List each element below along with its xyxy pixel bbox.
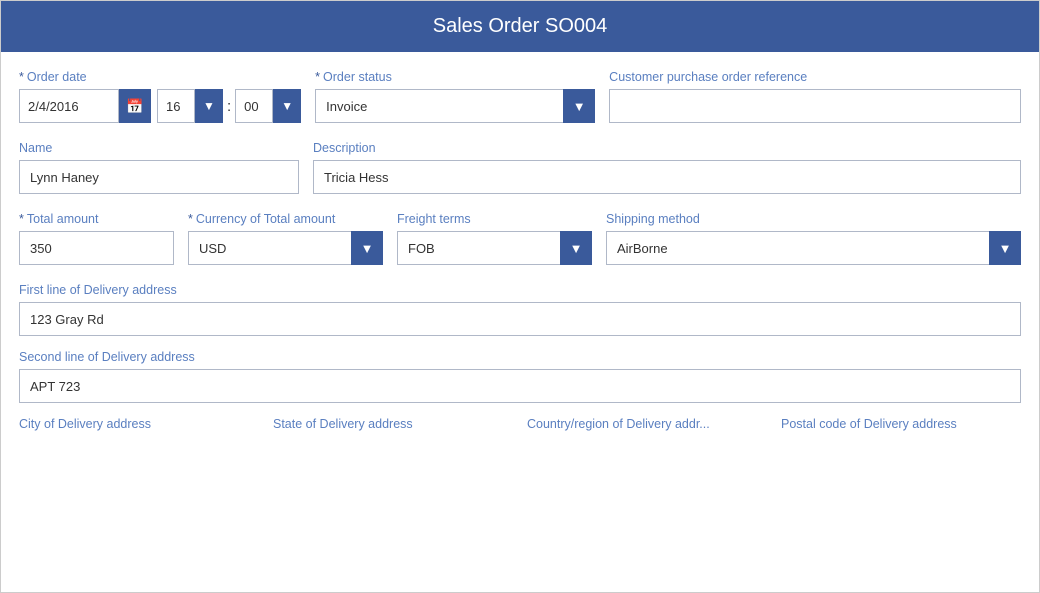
freight-select-wrapper: FOB CIF EXW DDP ▼ [397, 231, 592, 265]
order-status-select-wrapper: Invoice Draft Confirmed Cancelled ▼ [315, 89, 595, 123]
delivery-line2-label: Second line of Delivery address [19, 350, 1021, 364]
row-4: First line of Delivery address [19, 283, 1021, 336]
delivery-line1-group: First line of Delivery address [19, 283, 1021, 336]
cpo-ref-label: Customer purchase order reference [609, 70, 1021, 84]
row-3: *Total amount *Currency of Total amount … [19, 212, 1021, 265]
order-date-label: *Order date [19, 70, 301, 84]
freight-terms-label: Freight terms [397, 212, 592, 226]
row-5: Second line of Delivery address [19, 350, 1021, 403]
delivery-line2-group: Second line of Delivery address [19, 350, 1021, 403]
city-label: City of Delivery address [19, 417, 259, 431]
bottom-labels-row: City of Delivery address State of Delive… [19, 417, 1021, 431]
calendar-icon: 📅 [126, 98, 143, 115]
delivery-line2-input[interactable] [19, 369, 1021, 403]
required-star-2: * [315, 70, 320, 84]
name-label: Name [19, 141, 299, 155]
cpo-ref-input[interactable] [609, 89, 1021, 123]
page-title: Sales Order SO004 [433, 15, 608, 37]
row-1: *Order date 📅 16 ▼ : 00 [19, 70, 1021, 123]
cpo-ref-group: Customer purchase order reference [609, 70, 1021, 123]
currency-group: *Currency of Total amount USD EUR GBP CA… [188, 212, 383, 265]
shipping-select-wrapper: AirBorne Ground Express Overnight ▼ [606, 231, 1021, 265]
freight-terms-group: Freight terms FOB CIF EXW DDP ▼ [397, 212, 592, 265]
required-star-3: * [19, 212, 24, 226]
shipping-method-group: Shipping method AirBorne Ground Express … [606, 212, 1021, 265]
minute-chevron[interactable]: ▼ [273, 89, 301, 123]
freight-terms-select[interactable]: FOB CIF EXW DDP [397, 231, 592, 265]
name-group: Name [19, 141, 299, 194]
hour-value: 16 [157, 89, 195, 123]
total-amount-group: *Total amount [19, 212, 174, 265]
required-star: * [19, 70, 24, 84]
currency-select-wrapper: USD EUR GBP CAD ▼ [188, 231, 383, 265]
time-group: 16 ▼ : 00 ▼ [157, 89, 301, 123]
shipping-method-label: Shipping method [606, 212, 1021, 226]
postal-label: Postal code of Delivery address [781, 417, 1021, 431]
total-amount-label: *Total amount [19, 212, 174, 226]
time-colon: : [223, 98, 235, 115]
state-label: State of Delivery address [273, 417, 513, 431]
hour-chevron[interactable]: ▼ [195, 89, 223, 123]
date-input[interactable] [19, 89, 119, 123]
calendar-button[interactable]: 📅 [119, 89, 151, 123]
name-input[interactable] [19, 160, 299, 194]
description-group: Description [313, 141, 1021, 194]
currency-label: *Currency of Total amount [188, 212, 383, 226]
delivery-line1-input[interactable] [19, 302, 1021, 336]
chevron-down-icon: ▼ [203, 99, 215, 113]
chevron-down-icon-2: ▼ [281, 99, 293, 113]
minute-value: 00 [235, 89, 273, 123]
country-label: Country/region of Delivery addr... [527, 417, 767, 431]
row-2: Name Description [19, 141, 1021, 194]
title-bar: Sales Order SO004 [1, 1, 1039, 52]
order-date-group: *Order date 📅 16 ▼ : 00 [19, 70, 301, 123]
order-status-label: *Order status [315, 70, 595, 84]
order-status-group: *Order status Invoice Draft Confirmed Ca… [315, 70, 595, 123]
total-amount-input[interactable] [19, 231, 174, 265]
order-status-select[interactable]: Invoice Draft Confirmed Cancelled [315, 89, 595, 123]
required-star-4: * [188, 212, 193, 226]
shipping-method-select[interactable]: AirBorne Ground Express Overnight [606, 231, 1021, 265]
description-label: Description [313, 141, 1021, 155]
description-input[interactable] [313, 160, 1021, 194]
form-content: *Order date 📅 16 ▼ : 00 [1, 52, 1039, 592]
currency-select[interactable]: USD EUR GBP CAD [188, 231, 383, 265]
main-window: Sales Order SO004 *Order date 📅 16 ▼ [0, 0, 1040, 593]
delivery-line1-label: First line of Delivery address [19, 283, 1021, 297]
date-group: 📅 16 ▼ : 00 ▼ [19, 89, 301, 123]
